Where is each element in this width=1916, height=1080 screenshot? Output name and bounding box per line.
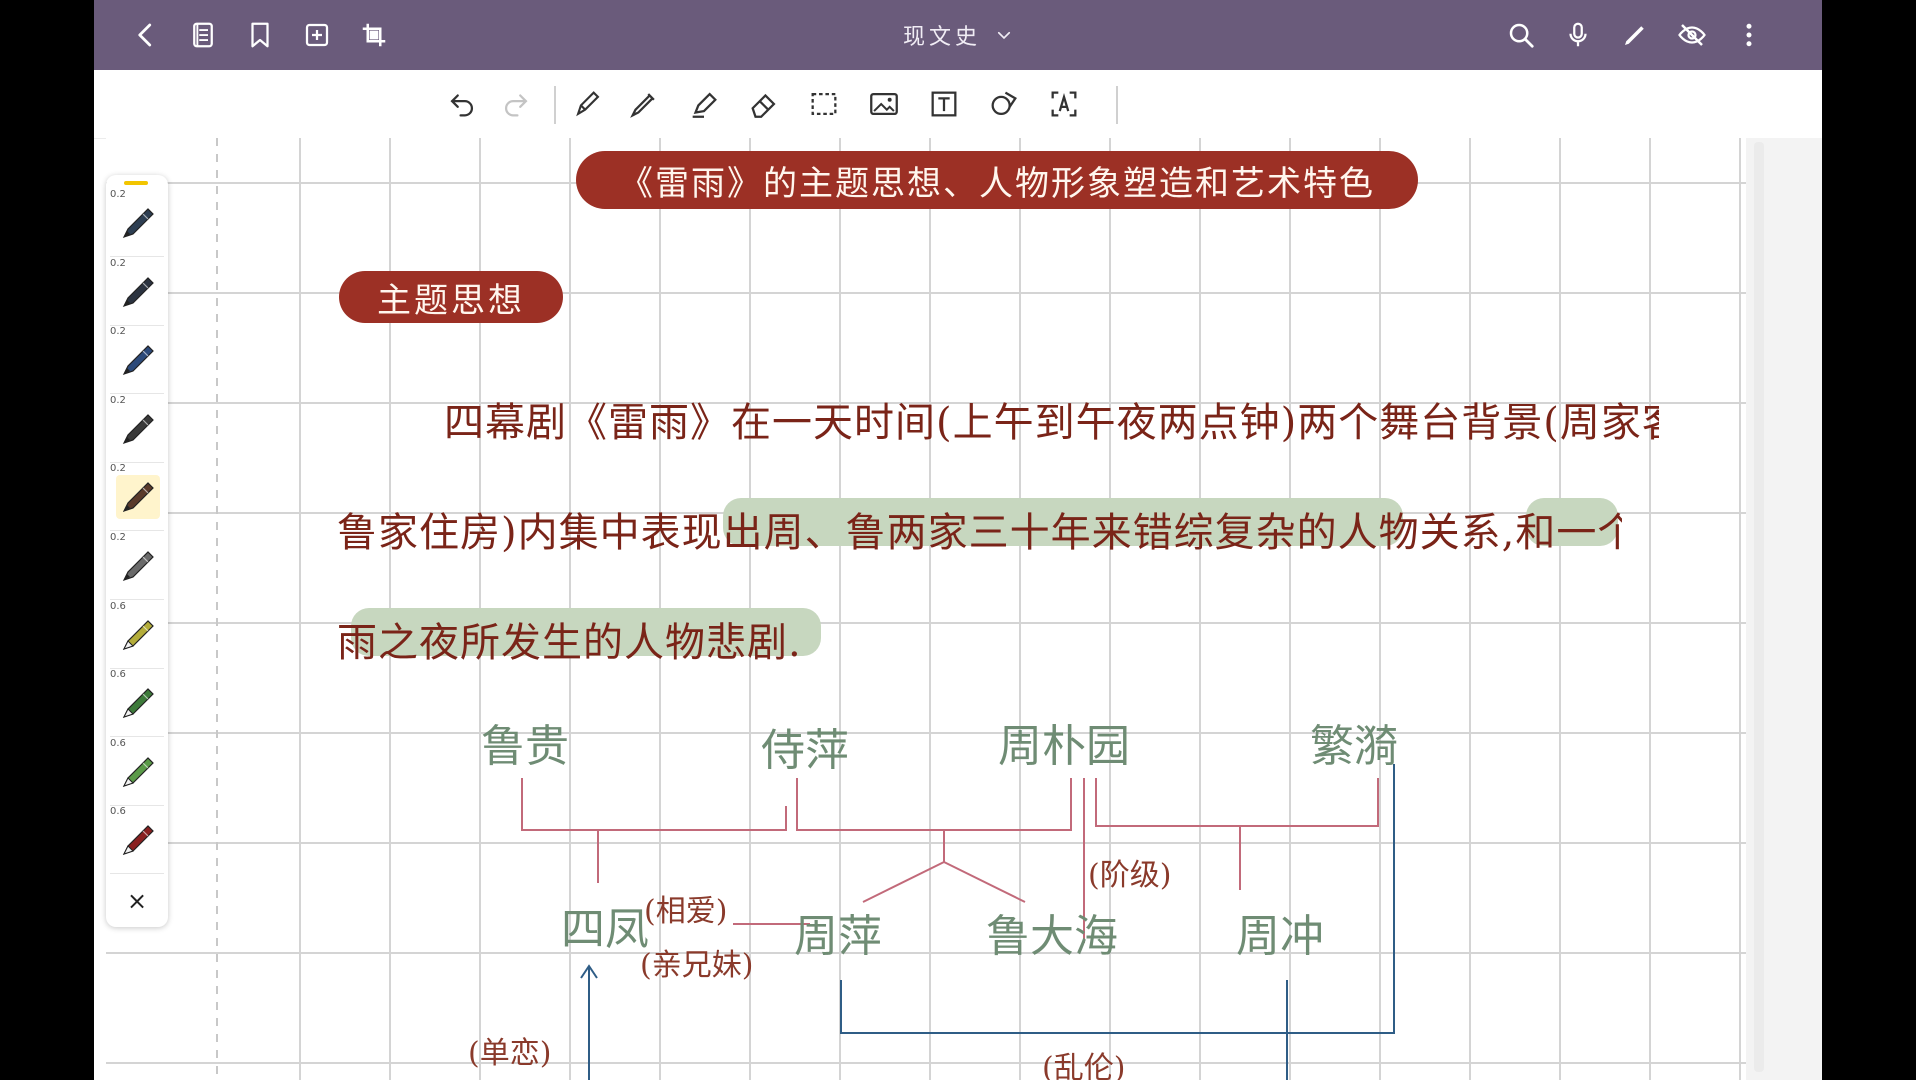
redo-icon[interactable] [496,84,536,124]
label-jieji: (阶级) [1088,858,1172,893]
image-icon[interactable] [864,84,904,124]
name-zhoupuyuan: 周朴园 [998,721,1130,772]
line-zhoupuyuan-fanyi [1095,778,1379,827]
pen-icon[interactable] [116,407,160,451]
paragraph-line-3: 雨之夜所发生的人物悲剧. [337,620,802,666]
toolbar-divider [1116,86,1118,124]
top-bar: 现文史 [94,0,1822,70]
name-fanyi: 繁漪 [1310,721,1398,772]
line-lugui-shiping [521,778,787,831]
pen-width-label: 0.6 [110,806,126,818]
highlighter-icon[interactable] [684,84,724,124]
drawing-toolbar [94,70,1822,139]
line-shiping-zhoupuyuan [796,778,1072,831]
fountain-pen-icon[interactable] [624,84,664,124]
text-box-icon[interactable] [924,84,964,124]
name-ludahai: 鲁大海 [986,911,1118,962]
chevron-down-icon[interactable] [995,26,1013,44]
pen-icon[interactable] [116,818,160,862]
pen-width-label: 0.2 [110,532,126,543]
more-icon[interactable] [1731,17,1767,53]
line-children [862,830,1026,903]
note-title-banner: 《雷雨》的主题思想、人物形象塑造和艺术特色 [576,151,1418,209]
label-danlian: (单恋) [468,1036,552,1071]
name-lugui: 鲁贵 [481,721,569,772]
pen-width-label: 0.2 [110,257,126,269]
lasso-select-icon[interactable] [804,84,844,124]
section-banner: 主题思想 [339,271,563,323]
eye-off-icon[interactable] [1674,17,1710,53]
palette-close-button[interactable]: × [106,881,168,921]
pen-icon[interactable] [116,475,160,520]
pen-width-label: 0.6 [110,737,126,749]
ocr-icon[interactable] [1044,84,1084,124]
pen-preset-2[interactable]: 0.2 [106,258,168,326]
pencil-icon[interactable] [568,84,608,124]
pen-icon[interactable] [116,681,160,725]
pen-preset-1[interactable]: 0.2 [106,189,168,257]
pen-icon[interactable] [116,750,160,794]
pen-preset-7[interactable]: 0.6 [106,601,168,669]
pen-preset-8[interactable]: 0.6 [106,669,168,738]
pen-preset-10[interactable]: 0.6 [106,806,168,875]
name-sifeng: 四凤 [561,904,649,955]
label-xiangai: (相爱) [644,894,728,929]
line-luanlun [840,764,1395,1034]
pen-preset-6[interactable]: 0.2 [106,532,168,600]
note-canvas[interactable]: 《雷雨》的主题思想、人物形象塑造和艺术特色 主题思想 四幕剧《雷雨》在一天时间(… [106,138,1746,1080]
pen-width-label: 0.2 [110,463,126,475]
pen-icon[interactable] [116,338,160,382]
toolbar-divider [554,86,556,124]
pen-preset-4[interactable]: 0.2 [106,395,168,463]
section-heading: 主题思想 [377,280,525,321]
label-luanlun: (乱伦) [1042,1051,1126,1080]
eraser-icon[interactable] [744,84,784,124]
pen-preset-9[interactable]: 0.6 [106,738,168,806]
paragraph-line-1: 四幕剧《雷雨》在一天时间(上午到午夜两点钟)两个舞台背景(周家客厅和 [444,400,1659,446]
pen-width-label: 0.2 [110,326,126,338]
pen-width-label: 0.2 [110,189,126,200]
pen-icon[interactable] [116,201,160,245]
microphone-icon[interactable] [1560,17,1596,53]
pen-palette: 0.2 0.2 0.2 0.2 0.2 0.2 0.6 0.6 0.6 0.6 × [106,175,168,927]
search-icon[interactable] [1503,17,1539,53]
shape-icon[interactable] [984,84,1024,124]
palette-separator [110,873,164,875]
undo-icon[interactable] [442,84,482,124]
pen-width-label: 0.2 [110,394,126,406]
pen-icon[interactable] [116,270,160,314]
note-title: 《雷雨》的主题思想、人物形象塑造和艺术特色 [619,163,1375,204]
pen-width-label: 0.6 [110,669,126,681]
notebook-title-text[interactable]: 现文史 [903,19,981,51]
page-scrollbar[interactable] [1754,142,1764,1072]
label-qinxiongmei: (亲兄妹) [640,948,754,983]
pen-preset-5[interactable]: 0.2 [106,463,168,532]
pen-icon[interactable] [116,613,160,657]
pen-icon[interactable] [116,544,160,588]
pen-width-label: 0.6 [110,600,126,612]
name-shiping: 侍萍 [761,725,849,776]
notes-app: 现文史 《雷雨》的主题思想、人物形象塑造和艺术特色 主题思想 四幕剧《雷雨》在一… [94,0,1822,1080]
pen-preset-3[interactable]: 0.2 [106,326,168,395]
paragraph-line-2: 鲁家住房)内集中表现出周、鲁两家三十年来错综复杂的人物关系,和一个在雷 [337,510,1622,556]
palette-indicator [124,181,148,185]
name-zhouchong: 周冲 [1236,911,1324,962]
pen-icon[interactable] [1617,17,1653,53]
name-zhouping: 周萍 [794,911,882,962]
